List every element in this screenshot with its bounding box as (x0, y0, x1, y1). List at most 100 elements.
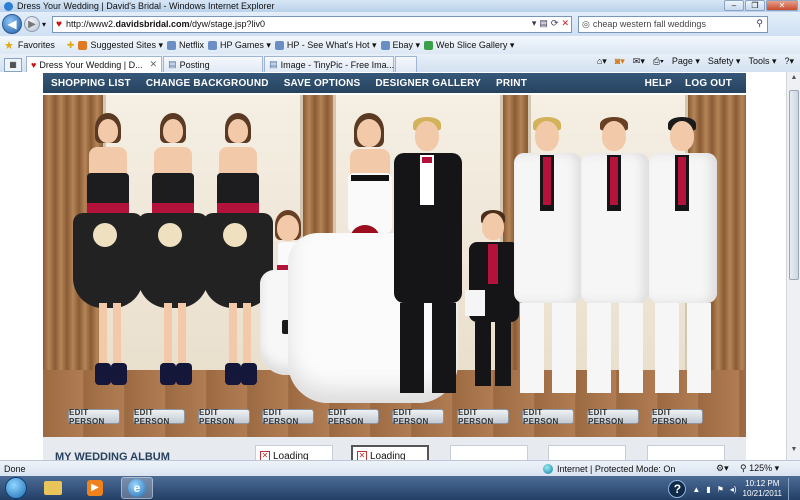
clock[interactable]: 10:12 PM 10/21/2011 (743, 479, 782, 499)
mail-icon[interactable]: ✉▾ (633, 56, 645, 67)
stop-icon[interactable]: ✕ (561, 18, 569, 29)
page-icon (167, 40, 176, 50)
home-icon[interactable]: ⌂▾ (597, 56, 607, 67)
history-dropdown-icon[interactable]: ▾ (42, 20, 46, 29)
back-button[interactable]: ◀ (2, 14, 22, 34)
add-favorite-icon[interactable]: ✚ (67, 40, 75, 51)
url-suffix: /dyw/stage.jsp?liv0 (189, 19, 266, 29)
compatibility-icon[interactable]: ▤ (539, 18, 548, 29)
quick-tabs-icon[interactable]: ▦ (4, 58, 22, 72)
fav-web-slice-gallery[interactable]: Web Slice Gallery ▾ (424, 40, 514, 51)
fav-hp-games[interactable]: HP Games ▾ (208, 40, 271, 51)
nav-designer-gallery[interactable]: DESIGNER GALLERY (375, 78, 481, 89)
protected-mode-icon[interactable]: ⚙▾ (716, 463, 729, 474)
url-domain: davidsbridal.com (115, 19, 190, 29)
nav-shopping-list[interactable]: SHOPPING LIST (51, 78, 131, 89)
minimize-button[interactable]: – (724, 0, 744, 11)
show-desktop-button[interactable] (788, 478, 796, 500)
nav-change-background[interactable]: CHANGE BACKGROUND (146, 78, 269, 89)
search-icon[interactable]: ⚲ (756, 18, 763, 29)
start-button[interactable] (5, 477, 27, 499)
favorites-star-icon[interactable]: ★ (4, 39, 14, 52)
groomsman-figure[interactable] (643, 117, 723, 402)
edit-person-button[interactable]: EDIT PERSON (651, 408, 703, 426)
tools-menu[interactable]: Tools ▾ (748, 56, 776, 67)
close-button[interactable]: ✕ (766, 0, 798, 11)
tab-tinypic[interactable]: ▤ Image - TinyPic - Free Ima... (264, 56, 394, 72)
album-slot[interactable] (450, 445, 528, 460)
tab-posting[interactable]: ▤ Posting (163, 56, 264, 72)
fav-netflix[interactable]: Netflix (167, 40, 204, 50)
help-icon[interactable]: ? (668, 480, 687, 498)
edit-person-button[interactable]: EDIT PERSON (68, 408, 120, 426)
edit-person-button[interactable]: EDIT PERSON (133, 408, 185, 426)
edit-person-button[interactable]: EDIT PERSON (587, 408, 639, 426)
clock-time: 10:12 PM (745, 479, 780, 488)
explorer-taskbar-icon[interactable] (37, 477, 69, 499)
ie-icon (4, 1, 13, 11)
page-menu[interactable]: Page ▾ (672, 56, 700, 67)
media-player-taskbar-icon[interactable]: ▶ (79, 477, 111, 499)
volume-icon[interactable]: ◂) (730, 485, 737, 494)
close-tab-icon[interactable]: ✕ (150, 59, 158, 70)
print-icon[interactable]: ⎙▾ (653, 56, 664, 67)
safety-menu[interactable]: Safety ▾ (708, 56, 741, 67)
edit-person-button[interactable]: EDIT PERSON (262, 408, 314, 426)
action-center-icon[interactable]: ⚑ (717, 485, 724, 494)
network-icon[interactable]: ▮ (706, 485, 710, 494)
nav-print[interactable]: PRINT (496, 78, 527, 89)
scroll-thumb[interactable] (789, 90, 799, 280)
nav-save-options[interactable]: SAVE OPTIONS (284, 78, 361, 89)
search-engine-icon: ◎ (582, 18, 590, 29)
fav-suggested-sites[interactable]: Suggested Sites ▾ (78, 40, 163, 51)
feeds-icon[interactable]: ◙▾ (615, 56, 625, 67)
wedding-album-strip: MY WEDDING ALBUM ✕ Loading ✕ Loading (43, 437, 746, 460)
fav-ebay[interactable]: Ebay ▾ (380, 40, 420, 51)
edit-person-button[interactable]: EDIT PERSON (392, 408, 444, 426)
edit-person-button[interactable]: EDIT PERSON (457, 408, 509, 426)
album-label: MY WEDDING ALBUM (55, 451, 170, 460)
broken-image-icon: ✕ (260, 451, 270, 460)
page-icon (208, 40, 218, 50)
nav-log-out[interactable]: LOG OUT (685, 78, 732, 89)
favorites-button[interactable]: Favorites (18, 40, 55, 50)
refresh-icon[interactable]: ⟳ (551, 18, 559, 29)
favorites-bar: ★ Favorites ✚ Suggested Sites ▾ Netflix … (0, 36, 800, 54)
groom-figure[interactable] (388, 117, 468, 402)
new-tab-button[interactable] (395, 56, 418, 72)
tab-dress-your-wedding[interactable]: ♥ Dress Your Wedding | D... ✕ (26, 56, 163, 72)
site-nav: SHOPPING LIST CHANGE BACKGROUND SAVE OPT… (43, 73, 746, 93)
system-tray: ? ▲ ▮ ⚑ ◂) 10:12 PM 10/21/2011 (668, 478, 796, 500)
status-text: Done (4, 463, 26, 474)
internet-explorer-taskbar-icon[interactable]: e (121, 477, 153, 499)
album-slot[interactable] (548, 445, 626, 460)
album-slot[interactable] (647, 445, 725, 460)
search-field[interactable]: ◎ cheap western fall weddings ⚲ (578, 15, 769, 33)
nav-help[interactable]: HELP (645, 78, 672, 89)
album-slot[interactable]: ✕ Loading (351, 445, 429, 460)
site-favicon-icon: ♥ (56, 18, 62, 30)
edit-person-button[interactable]: EDIT PERSON (522, 408, 574, 426)
clock-date: 10/21/2011 (742, 489, 782, 498)
search-value: cheap western fall weddings (592, 19, 706, 29)
help-menu-icon[interactable]: ?▾ (784, 56, 794, 67)
edit-person-button[interactable]: EDIT PERSON (327, 408, 379, 426)
scroll-up-icon[interactable]: ▲ (789, 74, 799, 86)
window-titlebar: Dress Your Wedding | David's Bridal - Wi… (0, 0, 800, 12)
maximize-button[interactable]: ❐ (745, 0, 765, 11)
address-toolbar: ◀ ▶ ▾ ♥ http://www2. davidsbridal.com/dyw… (0, 12, 800, 36)
show-hidden-icons[interactable]: ▲ (692, 485, 700, 494)
fav-hp-whats-hot[interactable]: HP - See What's Hot ▾ (274, 40, 377, 51)
page-viewport: SHOPPING LIST CHANGE BACKGROUND SAVE OPT… (0, 72, 786, 460)
address-dropdown-icon[interactable]: ▾ (532, 18, 537, 29)
page-icon (274, 40, 284, 50)
forward-button[interactable]: ▶ (24, 16, 40, 32)
command-bar: ⌂▾ ◙▾ ✉▾ ⎙▾ Page ▾ Safety ▾ Tools ▾ ?▾ (597, 56, 794, 67)
album-slot[interactable]: ✕ Loading (255, 445, 333, 460)
vertical-scrollbar[interactable]: ▲ ▼ (786, 72, 800, 460)
address-field[interactable]: ♥ http://www2. davidsbridal.com/dyw/stage… (52, 15, 573, 33)
suggested-sites-icon (78, 40, 88, 50)
zoom-level[interactable]: ⚲ 125% ▾ (740, 463, 779, 474)
scroll-down-icon[interactable]: ▼ (789, 446, 799, 458)
edit-person-button[interactable]: EDIT PERSON (198, 408, 250, 426)
